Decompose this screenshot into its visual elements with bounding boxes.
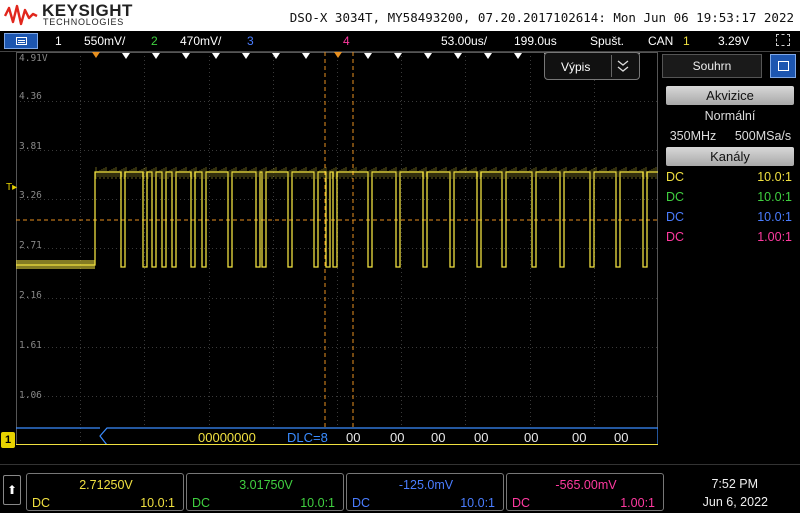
trigger-channel[interactable]: 1 <box>683 34 690 48</box>
brand-subtitle: TECHNOLOGIES <box>43 17 125 27</box>
trigger-label: T <box>6 182 13 193</box>
ch2-number[interactable]: 2 <box>151 34 158 48</box>
time-reference-marker <box>92 52 100 58</box>
voltage-label: 2.71 <box>19 240 42 251</box>
ch1-coupling: DC <box>32 496 51 510</box>
frame-marker <box>364 53 372 59</box>
ch4-box[interactable]: -565.00mV DC 1.00:1 <box>506 473 664 511</box>
summary-tab[interactable]: Souhrn <box>662 54 762 78</box>
listing-label: Výpis <box>561 60 591 74</box>
frame-marker <box>302 53 310 59</box>
acquisition-header[interactable]: Akvizice <box>666 86 794 105</box>
ch4-coupling: DC <box>512 496 531 510</box>
decode-byte: 00 <box>431 430 445 445</box>
voltage-label: 3.81 <box>19 141 42 152</box>
trigger-level-marker[interactable]: T▸ <box>6 182 17 193</box>
frame-marker <box>484 53 492 59</box>
frame-marker <box>424 53 432 59</box>
grid: 00000000 DLC=8 00 00 00 00 00 00 00 <box>16 52 658 445</box>
up-arrow-icon[interactable]: ⬆ <box>3 475 21 505</box>
decode-byte: 00 <box>614 430 628 445</box>
decode-byte: 00 <box>524 430 538 445</box>
decode-byte: 00 <box>474 430 488 445</box>
coupling: DC <box>666 210 685 224</box>
decode-id: 00000000 <box>198 430 256 445</box>
voltage-label: 1.61 <box>19 340 42 351</box>
frame-marker <box>212 53 220 59</box>
panel-menu-button[interactable] <box>770 54 796 78</box>
probe-ratio: 10.0:1 <box>757 170 792 184</box>
zoom-icon[interactable] <box>776 34 790 46</box>
status-bar: 1 550mV/ 2 470mV/ 3 4 53.00us/ 199.0us S… <box>0 31 800 52</box>
ch1-scale[interactable]: 550mV/ <box>84 34 125 48</box>
ch3-coupling: DC <box>352 496 371 510</box>
main-menu-button[interactable] <box>4 33 38 49</box>
ch2-box[interactable]: 3.01750V DC 10.0:1 <box>186 473 344 511</box>
trigger-source[interactable]: CAN <box>648 34 673 48</box>
coupling: DC <box>666 230 685 244</box>
ch4-offset: -565.00mV <box>555 478 617 492</box>
ch3-number[interactable]: 3 <box>247 34 254 48</box>
decode-byte: 00 <box>572 430 586 445</box>
device-info: DSO-X 3034T, MY58493200, 07.20.201710261… <box>289 10 794 25</box>
ch2-offset: 3.01750V <box>239 478 293 492</box>
trigger-level[interactable]: 3.29V <box>718 34 749 48</box>
ch3-probe: 10.0:1 <box>460 496 495 510</box>
ch1-box[interactable]: 2.71250V DC 10.0:1 <box>26 473 184 511</box>
ch3-box[interactable]: -125.0mV DC 10.0:1 <box>346 473 504 511</box>
ch4-number[interactable]: 4 <box>343 34 350 48</box>
trigger-mode[interactable]: Spušt. <box>590 34 624 48</box>
waveform-display[interactable]: 00000000 DLC=8 00 00 00 00 00 00 00 <box>16 52 658 445</box>
menu-icon <box>778 61 789 71</box>
keysight-wave-logo <box>4 4 38 26</box>
instrument-header: KEYSIGHT TECHNOLOGIES DSO-X 3034T, MY584… <box>0 0 800 31</box>
ch1-probe: 10.0:1 <box>140 496 175 510</box>
decode-dlc: DLC=8 <box>287 430 328 445</box>
ch1-noise-band <box>16 260 95 269</box>
frame-marker <box>122 53 130 59</box>
ch1-offset: 2.71250V <box>79 478 133 492</box>
ch4-probe: 1.00:1 <box>620 496 655 510</box>
decode-byte: 00 <box>346 430 360 445</box>
voltage-label: 2.16 <box>19 290 42 301</box>
frame-marker <box>394 53 402 59</box>
ch2-probe: 10.0:1 <box>300 496 335 510</box>
acquisition-rate: 500MSa/s <box>734 129 792 143</box>
ch2-scale[interactable]: 470mV/ <box>180 34 221 48</box>
ch3-offset: -125.0mV <box>398 478 454 492</box>
ch2-coupling: DC <box>192 496 211 510</box>
delay-marker <box>334 52 342 58</box>
frame-marker <box>454 53 462 59</box>
ch1-ground-marker[interactable]: 1 <box>1 432 15 448</box>
menu-icon <box>16 37 27 45</box>
clock-time: 7:52 PM <box>711 477 758 491</box>
coupling: DC <box>666 170 685 184</box>
probe-ratio: 10.0:1 <box>757 190 792 204</box>
timebase[interactable]: 53.00us/ <box>441 34 487 48</box>
voltage-label: 3.26 <box>19 190 42 201</box>
ch1-number[interactable]: 1 <box>55 34 62 48</box>
coupling: DC <box>666 190 685 204</box>
frame-marker <box>152 53 160 59</box>
bottom-bar: ⬆ 2.71250V DC 10.0:1 3.01750V DC 10.0:1 … <box>0 464 800 513</box>
listing-button[interactable]: Výpis <box>544 52 640 80</box>
probe-ratio: 1.00:1 <box>757 230 792 244</box>
side-panel: Souhrn Akvizice Normální 350MHz 500MSa/s… <box>660 52 800 445</box>
delay[interactable]: 199.0us <box>514 34 557 48</box>
probe-ratio: 10.0:1 <box>757 210 792 224</box>
acquisition-mode: Normální <box>704 109 756 123</box>
clock-date: Jun 6, 2022 <box>702 495 768 509</box>
chevron-down-icon <box>611 55 629 77</box>
channels-header[interactable]: Kanály <box>666 147 794 166</box>
frame-marker <box>182 53 190 59</box>
frame-marker <box>242 53 250 59</box>
voltage-label: 1.06 <box>19 390 42 401</box>
voltage-label: 4.91V <box>19 53 48 64</box>
decode-byte: 00 <box>390 430 404 445</box>
frame-marker <box>514 53 522 59</box>
voltage-label: 4.36 <box>19 91 42 102</box>
ch1-waveform <box>16 171 658 268</box>
